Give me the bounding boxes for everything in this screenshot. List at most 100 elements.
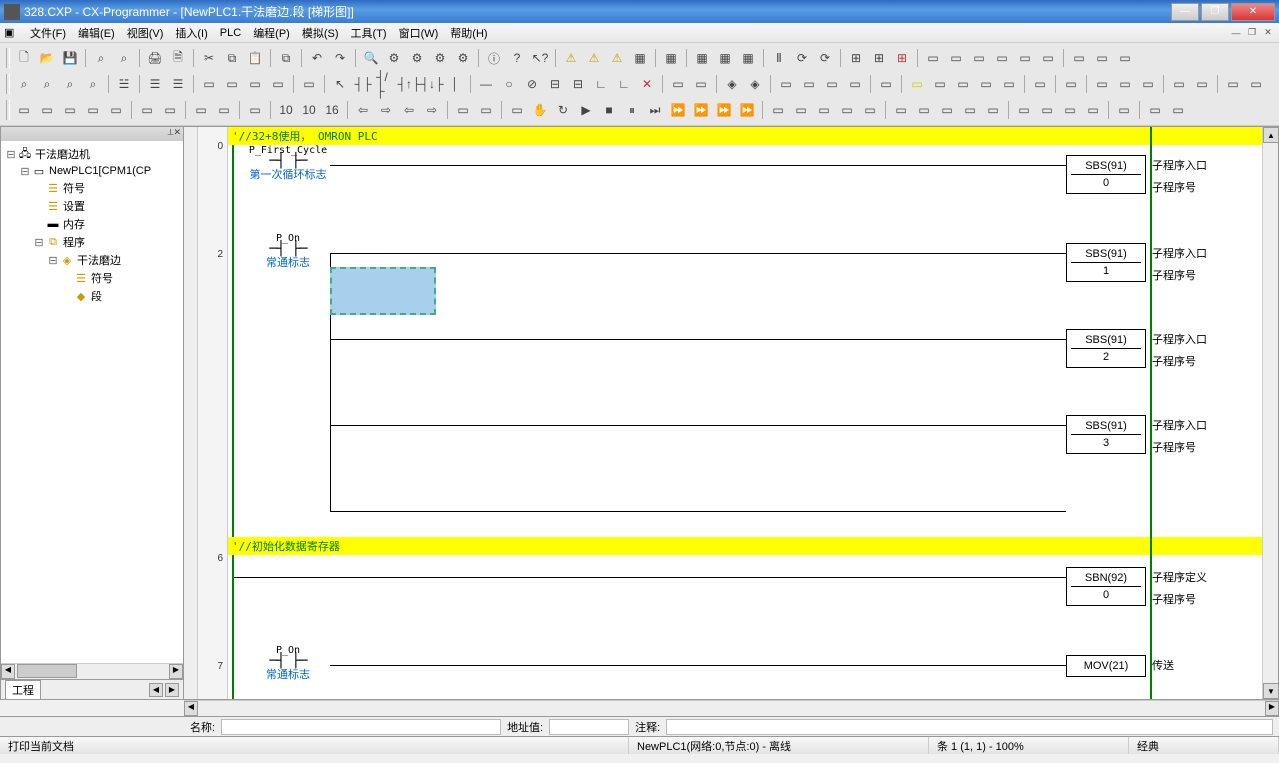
tool-btn[interactable]: ▭	[267, 73, 289, 95]
tree-p1-section[interactable]: ◆段	[5, 287, 179, 305]
step-button[interactable]: ⏭	[644, 99, 666, 121]
delete-button[interactable]: ✕	[636, 73, 658, 95]
tree-memory[interactable]: ▬内存	[5, 215, 179, 233]
tool-btn[interactable]: ▭	[875, 73, 897, 95]
tool-btn[interactable]: ⌕	[113, 47, 135, 69]
tree-program1[interactable]: ⊟◈干法磨边	[5, 251, 179, 269]
tool-btn[interactable]: ▭	[298, 73, 320, 95]
tool-btn[interactable]: ▭	[1245, 73, 1267, 95]
tool-btn[interactable]: ↻	[552, 99, 574, 121]
tool-btn[interactable]: ▭	[244, 73, 266, 95]
project-tree[interactable]: ⊟🖧干法磨边机 ⊟▭NewPLC1[CPM1(CP ☰符号 ☰设置 ▬内存 ⊟⧉…	[1, 141, 183, 663]
help-button[interactable]	[506, 47, 528, 69]
tool-btn[interactable]: ▭	[136, 99, 158, 121]
tool-btn[interactable]: ▭	[836, 99, 858, 121]
tool-btn[interactable]: ▭	[968, 47, 990, 69]
tool-btn[interactable]: ▭	[1113, 99, 1135, 121]
tool-btn[interactable]: ▭	[859, 99, 881, 121]
contact-nc-button[interactable]: ┤/├	[375, 73, 397, 95]
tool-btn[interactable]: ⇦	[398, 99, 420, 121]
tool-btn[interactable]: ▭	[1029, 73, 1051, 95]
tool-btn[interactable]: ⏩	[713, 99, 735, 121]
print-button[interactable]	[144, 47, 166, 69]
tool-btn[interactable]: ⌕	[90, 47, 112, 69]
contact-no-icon[interactable]: ─┤ ├─	[238, 244, 338, 254]
address-field[interactable]	[549, 719, 629, 735]
tool-btn[interactable]: ▭	[221, 73, 243, 95]
tool-btn[interactable]: ⚙	[383, 47, 405, 69]
tool-btn[interactable]: ▭	[1091, 47, 1113, 69]
tool-btn[interactable]: ▭	[506, 99, 528, 121]
tool-btn[interactable]: ▭	[929, 73, 951, 95]
maximize-button[interactable]: ❐	[1201, 3, 1229, 21]
tool-btn[interactable]: ▭	[105, 99, 127, 121]
tool-btn[interactable]: ▭	[1114, 73, 1136, 95]
tool-btn[interactable]: ⚠	[583, 47, 605, 69]
tool-btn[interactable]: ⚠	[560, 47, 582, 69]
tool-btn[interactable]: ⏩	[667, 99, 689, 121]
tool-btn[interactable]: ▭	[821, 73, 843, 95]
output-box[interactable]: SBS(91)3	[1066, 415, 1146, 454]
tool-btn[interactable]: ▦	[629, 47, 651, 69]
tool-btn[interactable]: ▭	[1059, 99, 1081, 121]
tool-btn[interactable]: ▭	[1167, 99, 1189, 121]
tool-btn[interactable]: ▭	[13, 99, 35, 121]
copy-button[interactable]	[221, 47, 243, 69]
tool-btn[interactable]: ▭	[790, 99, 812, 121]
context-help-button[interactable]: ↖?	[529, 47, 551, 69]
tab-scroll-right[interactable]: ▶	[165, 683, 179, 697]
output-box[interactable]: SBN(92)0	[1066, 567, 1146, 606]
tool-btn[interactable]: 10	[275, 99, 297, 121]
tool-btn[interactable]: ▦	[737, 47, 759, 69]
tool-btn[interactable]: ⊞	[845, 47, 867, 69]
contact-no-button[interactable]: ┤├	[352, 73, 374, 95]
scroll-down-button[interactable]: ▼	[1263, 683, 1279, 699]
tool-btn[interactable]: ▦	[660, 47, 682, 69]
menu-view[interactable]: 视图(V)	[121, 23, 170, 43]
scroll-up-button[interactable]: ▲	[1263, 127, 1279, 143]
menu-edit[interactable]: 编辑(E)	[72, 23, 121, 43]
redo-button[interactable]	[329, 47, 351, 69]
tool-btn[interactable]: ▭	[59, 99, 81, 121]
tool-btn[interactable]: ▭	[982, 99, 1004, 121]
zoom-out-button[interactable]: ⌕	[59, 73, 81, 95]
tool-btn[interactable]: ⊞	[868, 47, 890, 69]
print-preview-button[interactable]: 🗎	[167, 47, 189, 69]
tool-btn[interactable]: ▦	[691, 47, 713, 69]
tool-btn[interactable]: 16	[321, 99, 343, 121]
contact-no-icon[interactable]: ─┤ ├─	[238, 156, 338, 166]
tool-btn[interactable]: ▭	[1014, 47, 1036, 69]
project-hscroll[interactable]: ◀ ▶	[1, 663, 183, 679]
tool-btn[interactable]: 10	[298, 99, 320, 121]
tool-btn[interactable]: ☱	[113, 73, 135, 95]
contact-n-button[interactable]: ┤↓├	[421, 73, 443, 95]
tool-btn[interactable]: ▭	[775, 73, 797, 95]
tree-root[interactable]: ⊟🖧干法磨边机	[5, 145, 179, 163]
tool-btn[interactable]: ▭	[906, 73, 928, 95]
tool-btn[interactable]: ▭	[36, 99, 58, 121]
tool-btn[interactable]: ⊞	[891, 47, 913, 69]
ladder-canvas[interactable]: '//32+8使用， OMRON PLC P_First_Cycle ─┤ ├─…	[228, 127, 1262, 699]
output-box[interactable]: SBS(91) 0	[1066, 155, 1146, 194]
menu-help[interactable]: 帮助(H)	[444, 23, 493, 43]
comment-field[interactable]	[666, 719, 1273, 735]
tool-btn[interactable]: ▭	[890, 99, 912, 121]
tool-btn[interactable]: ▭	[767, 99, 789, 121]
contact-no-icon[interactable]: ─┤ ├─	[238, 656, 338, 666]
output-box[interactable]: SBS(91)1	[1066, 243, 1146, 282]
mdi-restore-button[interactable]: ❐	[1245, 26, 1259, 40]
tool-btn[interactable]: ▭	[198, 73, 220, 95]
tool-btn[interactable]: ▭	[213, 99, 235, 121]
tool-btn[interactable]: ⚙	[452, 47, 474, 69]
tool-btn[interactable]: ◈	[744, 73, 766, 95]
tool-btn[interactable]: ▭	[82, 99, 104, 121]
tree-plc[interactable]: ⊟▭NewPLC1[CPM1(CP	[5, 163, 179, 179]
tree-settings[interactable]: ☰设置	[5, 197, 179, 215]
tree-programs[interactable]: ⊟⧉程序	[5, 233, 179, 251]
run-button[interactable]	[575, 99, 597, 121]
save-button[interactable]	[59, 47, 81, 69]
tool-btn[interactable]: ∟	[613, 73, 635, 95]
menu-file[interactable]: 文件(F)	[24, 23, 72, 43]
close-button[interactable]: ✕	[1231, 3, 1275, 21]
menu-plc[interactable]: PLC	[214, 25, 247, 41]
